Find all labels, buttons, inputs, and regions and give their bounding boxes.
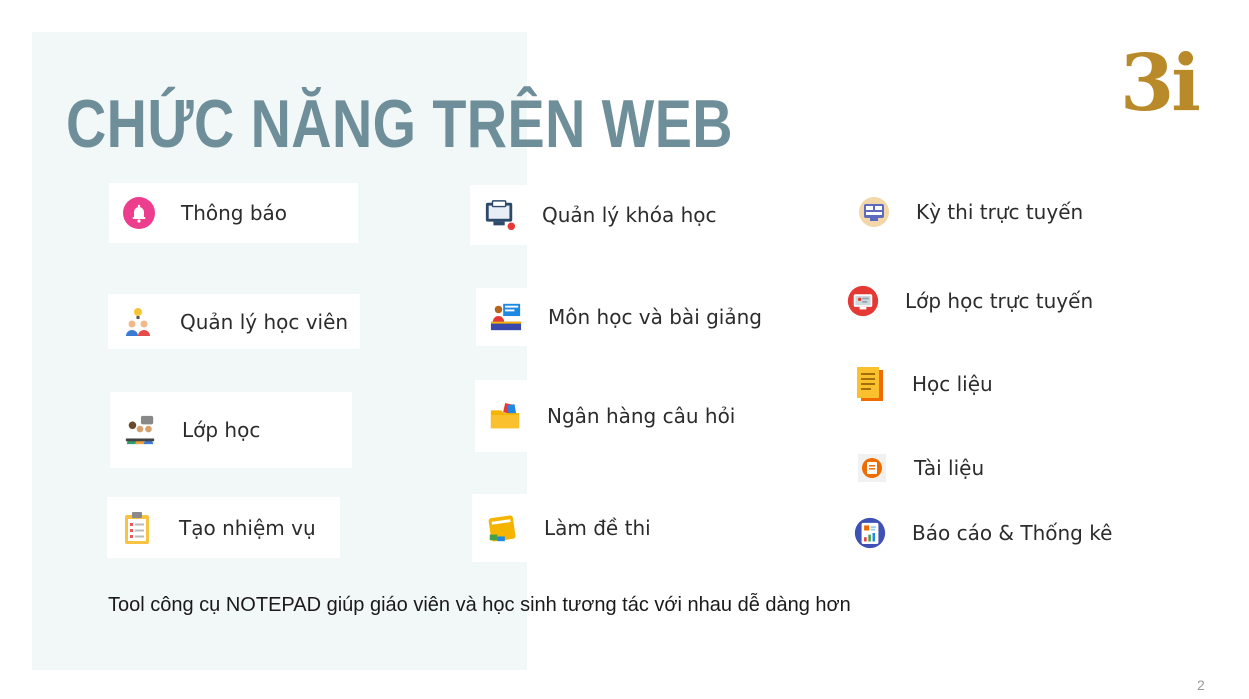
feature-reports-statistics[interactable]: Báo cáo & Thống kê: [840, 508, 1140, 558]
feature-online-exam[interactable]: Kỳ thi trực tuyến: [844, 188, 1114, 236]
feature-label: Làm đề thi: [544, 516, 651, 540]
feature-create-task[interactable]: Tạo nhiệm vụ: [107, 497, 340, 558]
feature-make-exam[interactable]: Làm đề thi: [472, 494, 710, 562]
feature-documents[interactable]: Tài liệu: [842, 448, 1042, 488]
slide-title: CHỨC NĂNG TRÊN WEB: [66, 86, 733, 162]
feature-label: Kỳ thi trực tuyến: [916, 200, 1084, 224]
footer-note: Tool công cụ NOTEPAD giúp giáo viên và h…: [108, 594, 851, 616]
clipboard-icon: [121, 511, 153, 544]
document-stack-icon: [854, 367, 886, 401]
feature-subjects-lectures[interactable]: Môn học và bài giảng: [476, 288, 766, 346]
feature-learning-materials[interactable]: Học liệu: [840, 360, 1040, 408]
folder-icon: [489, 400, 521, 432]
feature-label: Môn học và bài giảng: [548, 305, 762, 329]
feature-label: Ngân hàng câu hỏi: [547, 404, 736, 428]
page-number: 2: [1197, 677, 1205, 693]
feature-label: Lớp học: [182, 418, 261, 442]
feature-online-class[interactable]: Lớp học trực tuyến: [833, 276, 1123, 326]
online-exam-icon: [858, 196, 890, 228]
feature-label: Học liệu: [912, 372, 993, 396]
monitor-course-icon: [484, 199, 516, 231]
report-chart-icon: [854, 517, 886, 549]
feature-label: Quản lý học viên: [180, 309, 349, 334]
feature-course-management[interactable]: Quản lý khóa học: [470, 185, 720, 245]
classroom-icon: [124, 414, 156, 446]
feature-student-management[interactable]: Quản lý học viên: [108, 294, 360, 349]
feature-label: Quản lý khóa học: [542, 203, 717, 227]
feature-notifications[interactable]: Thông báo: [109, 183, 358, 243]
feature-label: Thông báo: [181, 201, 288, 225]
feature-label: Báo cáo & Thống kê: [912, 521, 1113, 545]
feature-label: Tạo nhiệm vụ: [179, 515, 316, 540]
brand-logo: 3i: [1120, 38, 1201, 129]
feature-question-bank[interactable]: Ngân hàng câu hỏi: [475, 380, 745, 452]
students-idea-icon: [122, 306, 154, 338]
exam-pad-icon: [486, 512, 518, 544]
feature-classroom[interactable]: Lớp học: [110, 392, 352, 468]
document-badge-icon: [856, 452, 888, 484]
feature-label: Tài liệu: [914, 456, 985, 480]
teacher-desk-icon: [490, 301, 522, 333]
online-class-icon: [847, 285, 879, 317]
feature-label: Lớp học trực tuyến: [905, 289, 1094, 313]
bell-icon: [123, 197, 155, 229]
